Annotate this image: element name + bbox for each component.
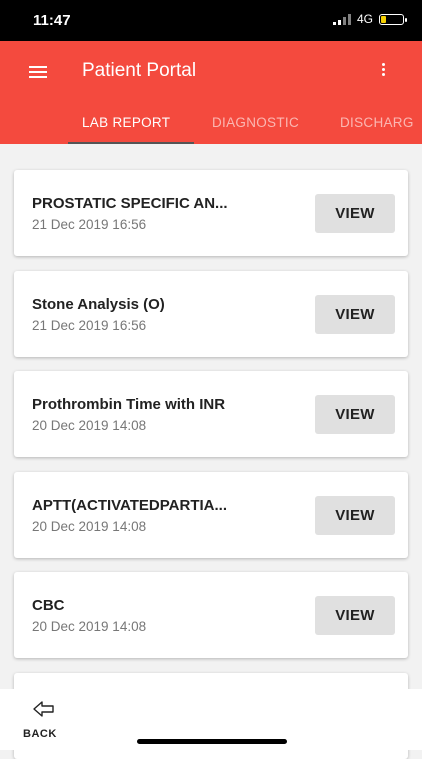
status-indicators: 4G xyxy=(332,12,407,26)
report-title: Prothrombin Time with INR xyxy=(32,396,226,413)
menu-icon[interactable] xyxy=(29,66,47,78)
network-label: 4G xyxy=(356,12,373,26)
home-indicator xyxy=(137,739,287,744)
report-card: PROSTATIC SPECIFIC AN... 21 Dec 2019 16:… xyxy=(14,170,408,256)
view-button[interactable]: VIEW xyxy=(315,295,395,334)
view-button[interactable]: VIEW xyxy=(315,496,395,535)
signal-icon xyxy=(332,13,351,25)
tab-discharge[interactable]: DISCHARG xyxy=(340,115,414,130)
report-title: Stone Analysis (O) xyxy=(32,296,165,313)
view-button[interactable]: VIEW xyxy=(315,395,395,434)
back-arrow-icon xyxy=(33,701,54,717)
status-bar: 11:47 4G xyxy=(0,0,422,41)
report-date: 20 Dec 2019 14:08 xyxy=(32,619,147,634)
report-title: APTT(ACTIVATEDPARTIA... xyxy=(32,497,227,514)
battery-icon xyxy=(379,13,407,25)
report-card: APTT(ACTIVATEDPARTIA... 20 Dec 2019 14:0… xyxy=(14,472,408,558)
more-options-icon[interactable] xyxy=(382,63,386,78)
app-bar: Patient Portal LAB REPORT DIAGNOSTIC DIS… xyxy=(0,41,422,144)
tab-diagnostic[interactable]: DIAGNOSTIC xyxy=(212,115,299,130)
tab-indicator xyxy=(68,142,194,144)
bottom-bar: BACK xyxy=(0,689,422,750)
view-button[interactable]: VIEW xyxy=(315,596,395,635)
view-button[interactable]: VIEW xyxy=(315,194,395,233)
report-title: PROSTATIC SPECIFIC AN... xyxy=(32,195,228,212)
tab-lab-report[interactable]: LAB REPORT xyxy=(82,115,170,130)
back-button[interactable]: BACK xyxy=(22,697,66,745)
report-date: 20 Dec 2019 14:08 xyxy=(32,418,147,433)
tab-bar: LAB REPORT DIAGNOSTIC DISCHARG xyxy=(0,105,422,144)
report-card: Stone Analysis (O) 21 Dec 2019 16:56 VIE… xyxy=(14,271,408,357)
status-time: 11:47 xyxy=(33,12,71,29)
report-date: 20 Dec 2019 14:08 xyxy=(32,519,147,534)
back-label: BACK xyxy=(23,728,57,740)
report-card: Prothrombin Time with INR 20 Dec 2019 14… xyxy=(14,371,408,457)
report-title: CBC xyxy=(32,597,65,614)
report-date: 21 Dec 2019 16:56 xyxy=(32,318,147,333)
report-card: CBC 20 Dec 2019 14:08 VIEW xyxy=(14,572,408,658)
page-title: Patient Portal xyxy=(82,60,197,81)
report-date: 21 Dec 2019 16:56 xyxy=(32,217,147,232)
